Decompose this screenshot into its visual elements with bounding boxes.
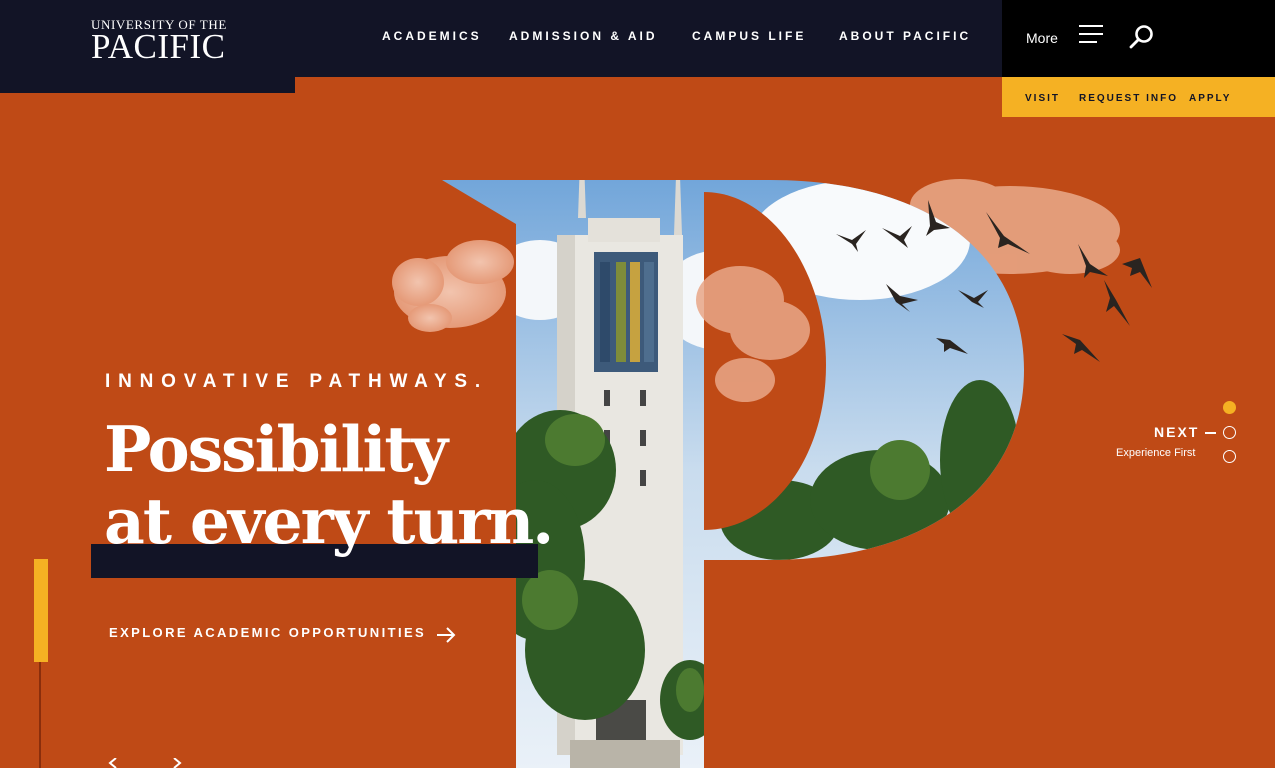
slide-dot-2[interactable]: [1223, 426, 1236, 439]
nav-campus-life[interactable]: CAMPUS LIFE: [692, 29, 806, 43]
next-dash: [1205, 432, 1216, 434]
university-logo[interactable]: UNIVERSITY OF THE PACIFIC: [91, 18, 227, 66]
headline-line-2: at every turn.: [104, 484, 554, 558]
next-slide-button[interactable]: NEXT: [1154, 424, 1199, 440]
hero-headline: Possibility at every turn.: [104, 412, 554, 558]
next-slide-title: Experience First: [1116, 447, 1196, 459]
chevron-left-icon[interactable]: [108, 758, 117, 768]
hamburger-icon[interactable]: [1079, 25, 1103, 45]
headline-line-1: Possibility: [104, 412, 448, 486]
visit-link[interactable]: VISIT: [1025, 93, 1060, 104]
slide-dot-3[interactable]: [1223, 450, 1236, 463]
slide-progress-indicator: [34, 559, 48, 662]
chevron-right-icon[interactable]: [173, 758, 182, 768]
more-button[interactable]: More: [1026, 30, 1058, 46]
slide-progress-track: [39, 662, 41, 768]
utility-bar: More: [1002, 0, 1275, 77]
apply-link[interactable]: APPLY: [1189, 93, 1231, 104]
request-info-link[interactable]: REQUEST INFO: [1079, 93, 1178, 104]
search-icon[interactable]: [1129, 24, 1155, 50]
logo-line-2: PACIFIC: [91, 27, 226, 66]
logo-block-extension: [0, 77, 295, 93]
arrow-right-icon[interactable]: [436, 627, 456, 643]
cta-bar: VISIT REQUEST INFO APPLY: [1002, 77, 1275, 117]
cloud-left: [392, 240, 514, 332]
slide-dot-1[interactable]: [1223, 401, 1236, 414]
slide-arrows: [108, 758, 182, 768]
nav-about-pacific[interactable]: ABOUT PACIFIC: [839, 29, 971, 43]
nav-admission-aid[interactable]: ADMISSION & AID: [509, 29, 658, 43]
nav-academics[interactable]: ACADEMICS: [382, 29, 482, 43]
explore-academic-opportunities-link[interactable]: EXPLORE ACADEMIC OPPORTUNITIES: [109, 625, 426, 640]
hero-eyebrow: INNOVATIVE PATHWAYS.: [105, 371, 488, 392]
